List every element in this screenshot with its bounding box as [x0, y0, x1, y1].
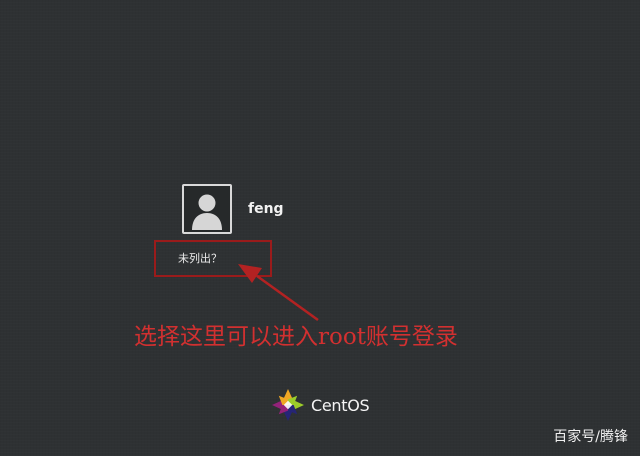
centos-brand-name: CentOS [311, 396, 370, 415]
annotation-arrow-icon [238, 264, 319, 322]
annotation-text: 选择这里可以进入root账号登录 [134, 324, 458, 350]
watermark-text: 百家号/腾锋 [553, 429, 628, 445]
centos-logo-icon [272, 389, 304, 421]
